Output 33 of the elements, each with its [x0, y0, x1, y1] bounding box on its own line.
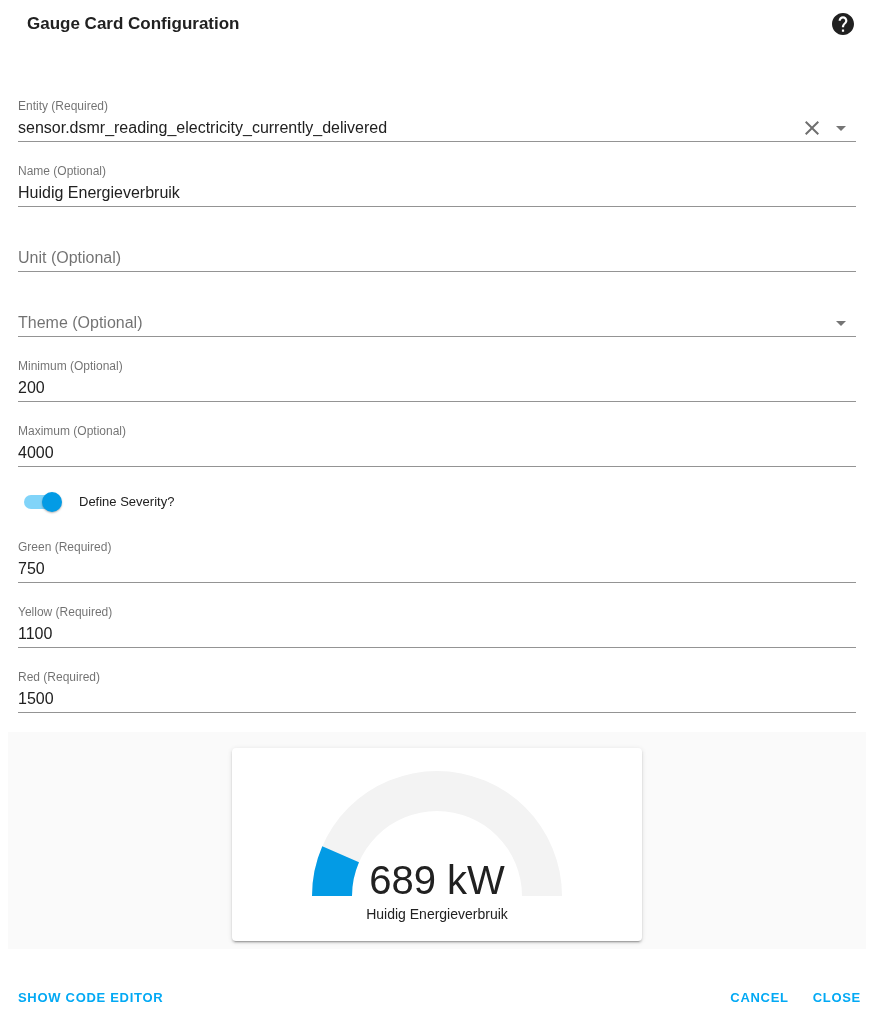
gauge-name: Huidig Energieverbruik [366, 906, 508, 922]
text-field[interactable]: Name (Optional) Huidig Energieverbruik [18, 142, 856, 207]
field-label: Minimum (Optional) [18, 358, 123, 374]
help-icon[interactable] [832, 13, 854, 35]
text-field[interactable]: Maximum (Optional) 4000 [18, 402, 856, 467]
entity-field[interactable]: Entity (Required) sensor.dsmr_reading_electricity_currently_delivered [18, 77, 856, 142]
dropdown-arrow-icon[interactable] [836, 125, 846, 131]
clear-icon[interactable] [805, 121, 819, 135]
field-label: Maximum (Optional) [18, 423, 127, 439]
dialog-title: Gauge Card Configuration [27, 13, 240, 35]
text-field[interactable]: Green (Required) 750 [18, 518, 856, 583]
field-value: 200 [18, 378, 45, 398]
text-field[interactable]: Minimum (Optional) 200 [18, 337, 856, 402]
field-label: Entity (Required) [18, 98, 109, 114]
text-field[interactable]: Yellow (Required) 1100 [18, 583, 856, 648]
field-value: Huidig Energieverbruik [18, 183, 180, 203]
field-value: 1500 [18, 689, 54, 709]
field-label: Red (Required) [18, 669, 101, 685]
text-field[interactable]: Red (Required) 1500 [18, 648, 856, 713]
dropdown-arrow-icon[interactable] [836, 320, 846, 326]
field-label: Green (Required) [18, 539, 112, 555]
field-value: 4000 [18, 443, 54, 463]
field-value: sensor.dsmr_reading_electricity_currently_delivered [18, 118, 388, 138]
gauge-reading: 689 kW [369, 857, 505, 904]
select-field[interactable]: Theme (Optional) [18, 272, 856, 337]
text-field[interactable]: Unit (Optional) [18, 207, 856, 272]
switch-label: Define Severity? [79, 493, 175, 511]
field-value: 1100 [18, 624, 53, 644]
field-label: Yellow (Required) [18, 604, 113, 620]
field-label: Theme (Optional) [18, 313, 143, 333]
field-label: Unit (Optional) [18, 248, 122, 268]
field-value: 750 [18, 559, 45, 579]
field-label: Name (Optional) [18, 163, 107, 179]
